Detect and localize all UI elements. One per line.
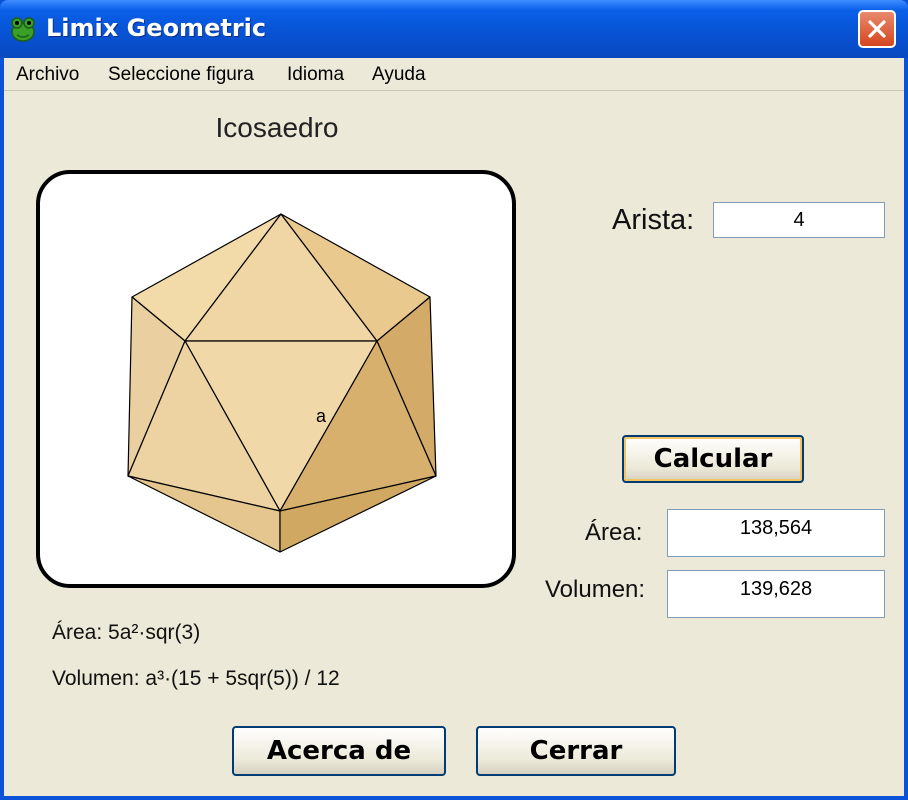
frog-icon — [11, 17, 35, 42]
close-icon — [868, 20, 886, 38]
menu-idioma[interactable]: Idioma — [287, 64, 344, 86]
area-formula: Área: 5a²·sqr(3) — [52, 621, 201, 644]
area-result-field[interactable]: 138,564 — [667, 509, 885, 557]
volumen-result-label: Volumen: — [545, 576, 646, 603]
app-window: Limix Geometric Archivo Seleccione figur… — [0, 0, 908, 800]
calcular-button[interactable]: Calcular — [622, 435, 804, 483]
window-title: Limix Geometric — [46, 14, 267, 42]
arista-label: Arista: — [612, 204, 695, 236]
edge-label: a — [316, 406, 327, 426]
icosahedron-illustration: a — [127, 213, 437, 553]
acerca-de-button[interactable]: Acerca de — [232, 726, 446, 776]
title-bar[interactable]: Limix Geometric — [0, 0, 908, 58]
volumen-result-field[interactable]: 139,628 — [667, 570, 885, 618]
cerrar-button[interactable]: Cerrar — [476, 726, 676, 776]
figure-panel: a — [36, 170, 516, 588]
menu-archivo[interactable]: Archivo — [16, 64, 79, 86]
figure-title: Icosaedro — [215, 112, 339, 143]
close-button[interactable] — [858, 10, 896, 48]
menu-bar: Archivo Seleccione figura Idioma Ayuda — [4, 58, 904, 91]
volumen-formula: Volumen: a³·(15 + 5sqr(5)) / 12 — [52, 667, 340, 690]
menu-ayuda[interactable]: Ayuda — [372, 64, 426, 86]
client-area: Archivo Seleccione figura Idioma Ayuda I… — [4, 58, 904, 796]
arista-input[interactable]: 4 — [713, 202, 885, 238]
menu-seleccione-figura[interactable]: Seleccione figura — [108, 64, 254, 86]
area-result-label: Área: — [585, 519, 643, 546]
